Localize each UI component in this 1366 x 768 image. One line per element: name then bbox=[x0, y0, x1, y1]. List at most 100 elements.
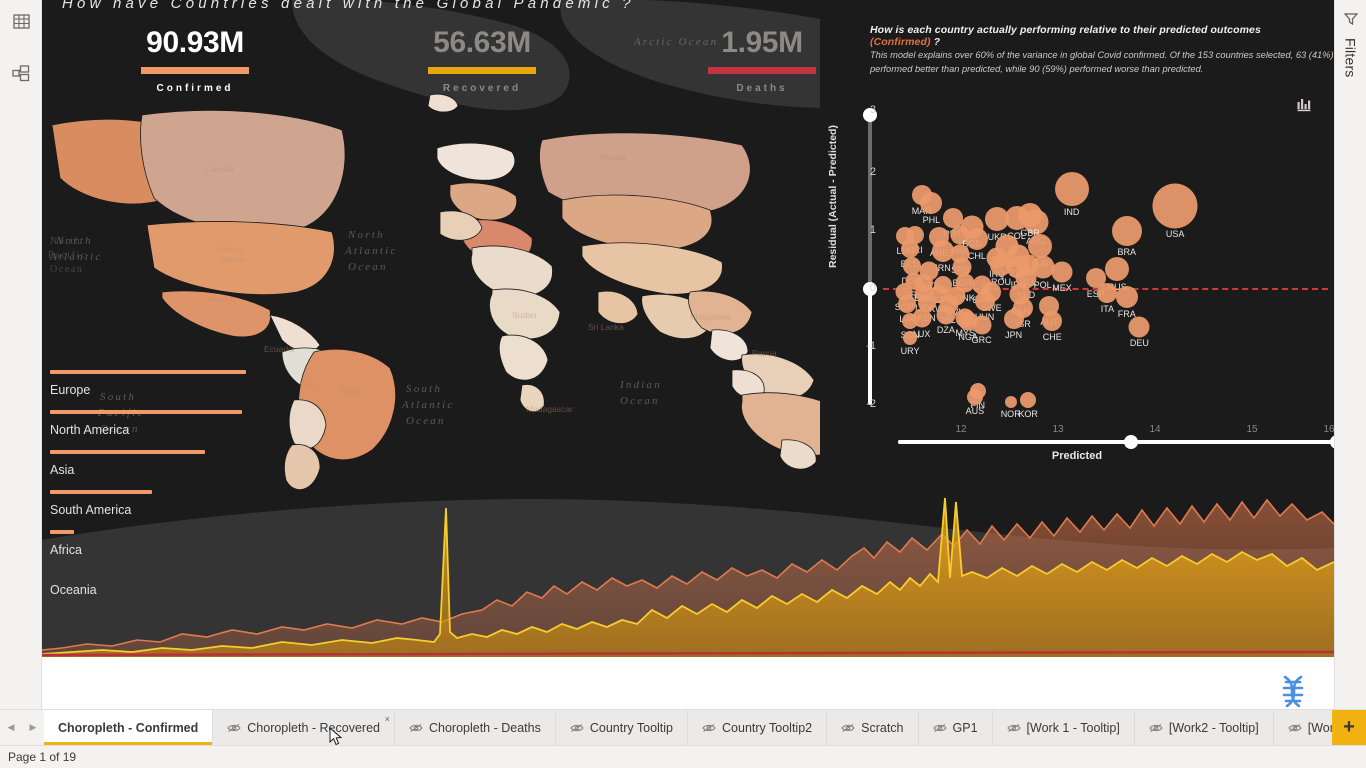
continent-bar-asia bbox=[50, 450, 205, 454]
scatter-bubble-kor[interactable] bbox=[1020, 392, 1037, 409]
svg-text:States: States bbox=[220, 254, 244, 264]
scatter-bubble-ury[interactable] bbox=[903, 330, 918, 345]
scatter-bubble-fra[interactable] bbox=[1115, 285, 1138, 308]
scatter-y-axis-title: Residual (Actual - Predicted) bbox=[827, 125, 839, 268]
scatter-bubble-dza[interactable] bbox=[936, 305, 956, 325]
scatter-bubble-lux[interactable] bbox=[912, 308, 932, 328]
svg-text:Ecuador: Ecuador bbox=[264, 344, 296, 354]
page-tab-label: [Wor bbox=[1307, 720, 1332, 735]
scatter-bubble-mex[interactable] bbox=[1051, 261, 1073, 283]
scatter-bubble-label-kor: KOR bbox=[1018, 409, 1038, 420]
model-view-icon[interactable] bbox=[0, 52, 42, 94]
filters-pane-collapsed[interactable]: Filters bbox=[1334, 0, 1366, 712]
page-tab-1[interactable]: Choropleth - Recovered × bbox=[213, 710, 395, 745]
kpi-label-recovered: Recovered bbox=[442, 83, 522, 94]
x-slider-handle-left[interactable] bbox=[1124, 435, 1138, 449]
scatter-bubble-bra[interactable] bbox=[1111, 216, 1142, 247]
page-tab-label: Scratch bbox=[861, 720, 904, 735]
page-tab-6[interactable]: GP1 bbox=[918, 710, 993, 745]
add-page-button[interactable]: + bbox=[1332, 710, 1366, 745]
timeseries-area-chart[interactable] bbox=[42, 482, 1334, 657]
page-tab-close-icon[interactable]: × bbox=[385, 714, 390, 724]
table-view-icon[interactable] bbox=[0, 0, 42, 42]
scatter-bubble-aus[interactable] bbox=[966, 388, 983, 405]
scatter-bubble-phl[interactable] bbox=[920, 191, 943, 214]
hidden-page-eye-icon bbox=[841, 723, 855, 733]
svg-text:Brazil: Brazil bbox=[340, 386, 361, 396]
page-tab-label: Choropleth - Recovered bbox=[247, 720, 380, 735]
scatter-bubble-rus[interactable] bbox=[1105, 257, 1130, 282]
scatter-bubble-nor[interactable] bbox=[1004, 396, 1017, 409]
x-slider-handle-right[interactable] bbox=[1330, 435, 1334, 449]
continent-row-europe[interactable]: Europe bbox=[50, 370, 265, 410]
svg-text:Indian: Indian bbox=[619, 379, 662, 391]
scatter-title-main: How is each country actually performing … bbox=[870, 24, 1261, 36]
scatter-bubble-grc[interactable] bbox=[972, 315, 992, 335]
page-tab-label: Choropleth - Confirmed bbox=[58, 720, 199, 735]
page-tab-2[interactable]: Choropleth - Deaths bbox=[394, 710, 556, 745]
scatter-bubble-che[interactable] bbox=[1042, 311, 1063, 332]
page-tab-0[interactable]: Choropleth - Confirmed bbox=[44, 710, 214, 745]
x-tick-15: 15 bbox=[1246, 424, 1258, 435]
scatter-title-measure: (Confirmed) bbox=[870, 36, 931, 48]
page-tab-7[interactable]: [Work 1 - Tooltip] bbox=[992, 710, 1135, 745]
svg-text:United: United bbox=[218, 244, 243, 254]
kpi-card-recovered[interactable]: 56.63M Recovered bbox=[387, 28, 577, 94]
scatter-bubble-hun[interactable] bbox=[974, 291, 995, 312]
page-tab-label: GP1 bbox=[952, 720, 978, 735]
page-tab-4[interactable]: Country Tooltip2 bbox=[688, 710, 828, 745]
scatter-subtitle: This model explains over 60% of the vari… bbox=[870, 50, 1334, 75]
scatter-bubble-label-jpn: JPN bbox=[1005, 330, 1023, 341]
x-tick-14: 14 bbox=[1149, 424, 1161, 435]
x-slider-fill bbox=[898, 440, 1130, 444]
tab-nav-prev[interactable]: ◀ bbox=[0, 710, 22, 745]
page-tab-bar[interactable]: ◀ ▶ Choropleth - Confirmed Choropleth - R… bbox=[0, 709, 1366, 745]
scatter-bubble-ecu[interactable] bbox=[901, 240, 920, 259]
tab-nav-next[interactable]: ▶ bbox=[22, 710, 44, 745]
scatter-bubble-ind[interactable] bbox=[1054, 171, 1089, 206]
scatter-y-range-slider[interactable] bbox=[863, 108, 877, 405]
scatter-bubble-tur[interactable] bbox=[1027, 233, 1052, 258]
page-tab-label: [Work 1 - Tooltip] bbox=[1026, 720, 1120, 735]
hidden-page-eye-icon bbox=[570, 723, 584, 733]
page-tabs[interactable]: Choropleth - Confirmed Choropleth - Recov… bbox=[44, 710, 1332, 745]
canvas-bottom-gutter bbox=[42, 657, 1334, 712]
y-tick-0: 0 bbox=[869, 282, 876, 294]
scatter-bubble-lva[interactable] bbox=[898, 295, 917, 314]
continent-label-asia: Asia bbox=[50, 463, 75, 477]
svg-text:South: South bbox=[406, 383, 442, 395]
hidden-page-eye-icon bbox=[1149, 723, 1163, 733]
scatter-bubble-label-ury: URY bbox=[900, 345, 920, 356]
scatter-bubble-label-phl: PHL bbox=[922, 214, 941, 225]
kpi-card-confirmed[interactable]: 90.93M Confirmed bbox=[100, 28, 290, 94]
status-bar: Page 1 of 19 bbox=[0, 745, 1366, 768]
scatter-plot-visual[interactable]: How is each country actually performing … bbox=[820, 0, 1334, 480]
scatter-x-range-slider[interactable] bbox=[898, 435, 1334, 449]
report-canvas[interactable]: North Atlantic North Atlantic Ocean Arctic … bbox=[42, 0, 1334, 657]
scatter-bubble-label-usa: USA bbox=[1165, 229, 1185, 240]
continent-row-north-america[interactable]: North America bbox=[50, 410, 265, 450]
svg-text:Philippines: Philippines bbox=[690, 312, 731, 322]
continent-bar-north-america bbox=[50, 410, 242, 414]
hidden-page-eye-icon bbox=[702, 723, 716, 733]
scatter-bubble-deu[interactable] bbox=[1128, 316, 1150, 338]
page-tab-3[interactable]: Country Tooltip bbox=[555, 710, 689, 745]
svg-text:Pacific: Pacific bbox=[48, 250, 87, 261]
scatter-bubble-jpn[interactable] bbox=[1003, 309, 1024, 330]
mouse-cursor bbox=[329, 727, 343, 746]
scatter-bubble-gbr[interactable] bbox=[1018, 203, 1043, 228]
scatter-bubble-usa[interactable] bbox=[1152, 183, 1198, 229]
y-tick-3: 3 bbox=[869, 104, 876, 116]
page-tab-8[interactable]: [Work2 - Tooltip] bbox=[1134, 710, 1274, 745]
svg-text:Peru: Peru bbox=[300, 380, 318, 390]
page-tab-9[interactable]: [Wor bbox=[1273, 710, 1332, 745]
svg-text:Ocean: Ocean bbox=[406, 415, 446, 427]
scatter-bubble-label-nor: NOR bbox=[1000, 409, 1021, 420]
scatter-bubble-chl[interactable] bbox=[965, 228, 988, 251]
page-tab-5[interactable]: Scratch bbox=[827, 710, 919, 745]
y-tick-2: 2 bbox=[869, 166, 876, 178]
scatter-plot-area[interactable]: 3 2 1 0 -1 -2 12 13 14 15 16 MARPHLPRTLB… bbox=[866, 104, 1334, 435]
svg-text:Sri Lanka: Sri Lanka bbox=[588, 322, 624, 332]
scatter-bubble-ita[interactable] bbox=[1097, 283, 1118, 304]
svg-text:Madagascar: Madagascar bbox=[526, 404, 573, 414]
